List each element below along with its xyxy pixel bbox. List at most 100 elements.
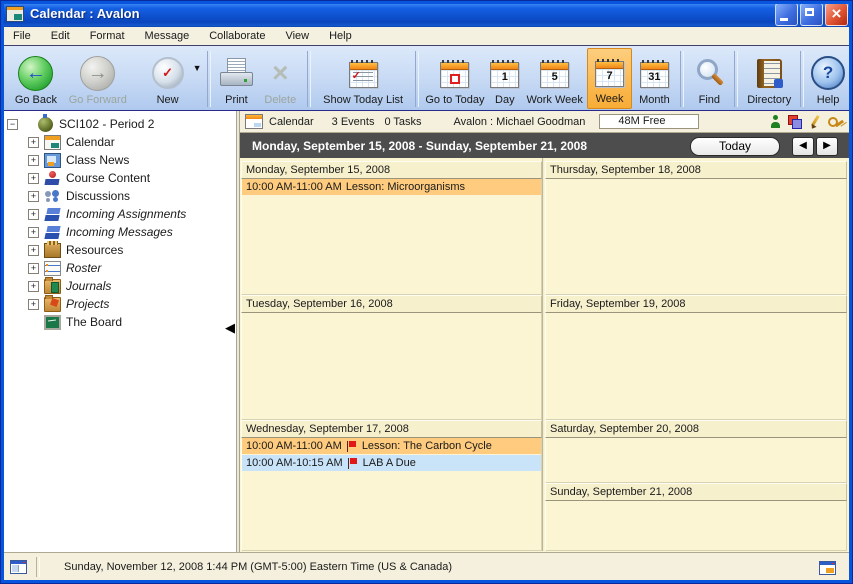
column-divider — [542, 158, 544, 551]
list-icon — [44, 261, 61, 276]
menu-message[interactable]: Message — [135, 27, 200, 45]
today-button[interactable]: Today — [690, 137, 780, 156]
show-today-list-button[interactable]: ✓ Show Today List — [315, 48, 411, 109]
books-apple-icon — [44, 171, 61, 186]
expand-icon[interactable] — [28, 245, 39, 256]
day-cell-thursday[interactable] — [545, 179, 847, 295]
status-bar: Sunday, November 12, 2008 1:44 PM (GMT-5… — [3, 552, 850, 581]
app-icon — [6, 6, 24, 22]
day-cell-friday[interactable] — [545, 313, 847, 420]
expand-icon[interactable] — [28, 173, 39, 184]
month-view-button[interactable]: 31 Month — [632, 48, 676, 109]
event-lesson-carbon-cycle[interactable]: 10:00 AM-11:00 AM Lesson: The Carbon Cyc… — [242, 438, 541, 455]
day-cell-saturday[interactable] — [545, 438, 847, 483]
event-lesson-microorganisms[interactable]: 10:00 AM-11:00 AM Lesson: Microorganisms — [242, 179, 541, 196]
sidebar-item-course-content[interactable]: Course Content — [3, 169, 236, 187]
new-dropdown-caret-icon[interactable]: ▼ — [193, 63, 202, 73]
event-time: 10:00 AM-11:00 AM — [246, 440, 342, 452]
event-lab-a-due[interactable]: 10:00 AM-10:15 AM LAB A Due — [242, 455, 541, 472]
toolbar: ← Go Back → Go Forward ✓ New ▼ Print × D… — [3, 46, 850, 111]
next-week-button[interactable]: ▶ — [816, 137, 838, 156]
menu-edit[interactable]: Edit — [41, 27, 80, 45]
toolbar-separator — [307, 51, 311, 107]
sidebar-item-incoming-messages[interactable]: Incoming Messages — [3, 223, 236, 241]
stacked-books-icon — [44, 207, 61, 222]
tree-root-sci102[interactable]: SCI102 - Period 2 — [3, 115, 236, 133]
red-flag-icon — [347, 441, 357, 452]
windows-overlap-icon[interactable] — [788, 115, 802, 129]
find-button[interactable]: Find — [688, 48, 730, 109]
day-cell-sunday[interactable] — [545, 501, 847, 551]
sidebar-tree: SCI102 - Period 2 Calendar Class News Co… — [3, 111, 236, 552]
go-back-button[interactable]: ← Go Back — [7, 48, 65, 109]
expand-icon[interactable] — [28, 299, 39, 310]
sidebar-item-incoming-assignments[interactable]: Incoming Assignments — [3, 205, 236, 223]
status-separator — [36, 557, 40, 577]
expand-icon[interactable] — [28, 191, 39, 202]
expand-icon[interactable] — [28, 209, 39, 220]
day-cell-tuesday[interactable] — [241, 313, 542, 420]
quota-free-indicator: 48M Free — [599, 114, 699, 129]
new-button[interactable]: ✓ New — [145, 48, 191, 109]
toolbar-separator — [415, 51, 419, 107]
magnifier-icon — [694, 57, 724, 89]
sidebar-item-calendar[interactable]: Calendar — [3, 133, 236, 151]
day-cell-wednesday[interactable]: 10:00 AM-11:00 AM Lesson: The Carbon Cyc… — [241, 438, 542, 551]
expand-icon[interactable] — [28, 281, 39, 292]
expand-icon[interactable] — [28, 137, 39, 148]
sidebar-item-the-board[interactable]: The Board — [3, 313, 236, 331]
print-button[interactable]: Print — [215, 48, 257, 109]
minimize-button[interactable] — [775, 3, 798, 26]
expand-icon[interactable] — [28, 263, 39, 274]
title-bar: Calendar : Avalon — [0, 0, 853, 27]
toolbar-separator — [680, 51, 684, 107]
day-cell-monday[interactable]: 10:00 AM-11:00 AM Lesson: Microorganisms — [241, 179, 542, 295]
back-arrow-icon: ← — [18, 56, 53, 91]
sidebar-item-roster[interactable]: Roster — [3, 259, 236, 277]
calendar-small-icon — [245, 114, 263, 129]
event-time: 10:00 AM-10:15 AM — [246, 457, 343, 469]
expand-icon[interactable] — [28, 155, 39, 166]
work-week-calendar-icon: 5 — [540, 62, 569, 88]
window-title: Calendar : Avalon — [30, 6, 140, 21]
key-permission-icon[interactable] — [828, 115, 844, 129]
event-title: Lesson: Microorganisms — [346, 181, 465, 193]
collapse-expander-icon[interactable] — [7, 119, 18, 130]
menu-help[interactable]: Help — [319, 27, 362, 45]
menu-view[interactable]: View — [275, 27, 319, 45]
day-header-wednesday: Wednesday, September 17, 2008 — [241, 420, 542, 438]
menu-collaborate[interactable]: Collaborate — [199, 27, 275, 45]
menu-format[interactable]: Format — [80, 27, 135, 45]
chalkboard-icon — [44, 315, 61, 330]
previous-week-button[interactable]: ◀ — [792, 137, 814, 156]
sidebar-item-class-news[interactable]: Class News — [3, 151, 236, 169]
splitter-collapse-arrow-icon[interactable]: ◀ — [225, 321, 235, 334]
day-header-friday: Friday, September 19, 2008 — [545, 295, 847, 313]
day-calendar-icon: 1 — [490, 62, 519, 88]
work-week-view-button[interactable]: 5 Work Week — [523, 48, 587, 109]
day-view-button[interactable]: 1 Day — [487, 48, 523, 109]
directory-button[interactable]: Directory — [742, 48, 796, 109]
sidebar-item-discussions[interactable]: Discussions — [3, 187, 236, 205]
delete-button: × Delete — [257, 48, 303, 109]
events-count: 3 Events — [332, 116, 375, 128]
close-button[interactable] — [825, 3, 848, 26]
user-status-icon[interactable] — [771, 115, 780, 129]
go-to-today-button[interactable]: Go to Today — [423, 48, 487, 109]
menu-file[interactable]: File — [3, 27, 41, 45]
week-view-button[interactable]: 7 Week — [587, 48, 633, 109]
server-user-label: Avalon : Michael Goodman — [454, 116, 586, 128]
sidebar-item-resources[interactable]: Resources — [3, 241, 236, 259]
expand-icon[interactable] — [28, 227, 39, 238]
panel-layout-icon[interactable] — [10, 560, 27, 574]
day-header-tuesday: Tuesday, September 16, 2008 — [241, 295, 542, 313]
maximize-button[interactable] — [800, 3, 823, 26]
day-header-saturday: Saturday, September 20, 2008 — [545, 420, 847, 438]
split-view-icon[interactable] — [819, 561, 836, 575]
pencil-icon[interactable] — [810, 115, 820, 129]
sidebar-item-journals[interactable]: Journals — [3, 277, 236, 295]
stacked-books-icon — [44, 225, 61, 240]
month-calendar-icon: 31 — [640, 62, 669, 88]
sidebar-item-projects[interactable]: Projects — [3, 295, 236, 313]
help-button[interactable]: ? Help — [808, 48, 848, 109]
